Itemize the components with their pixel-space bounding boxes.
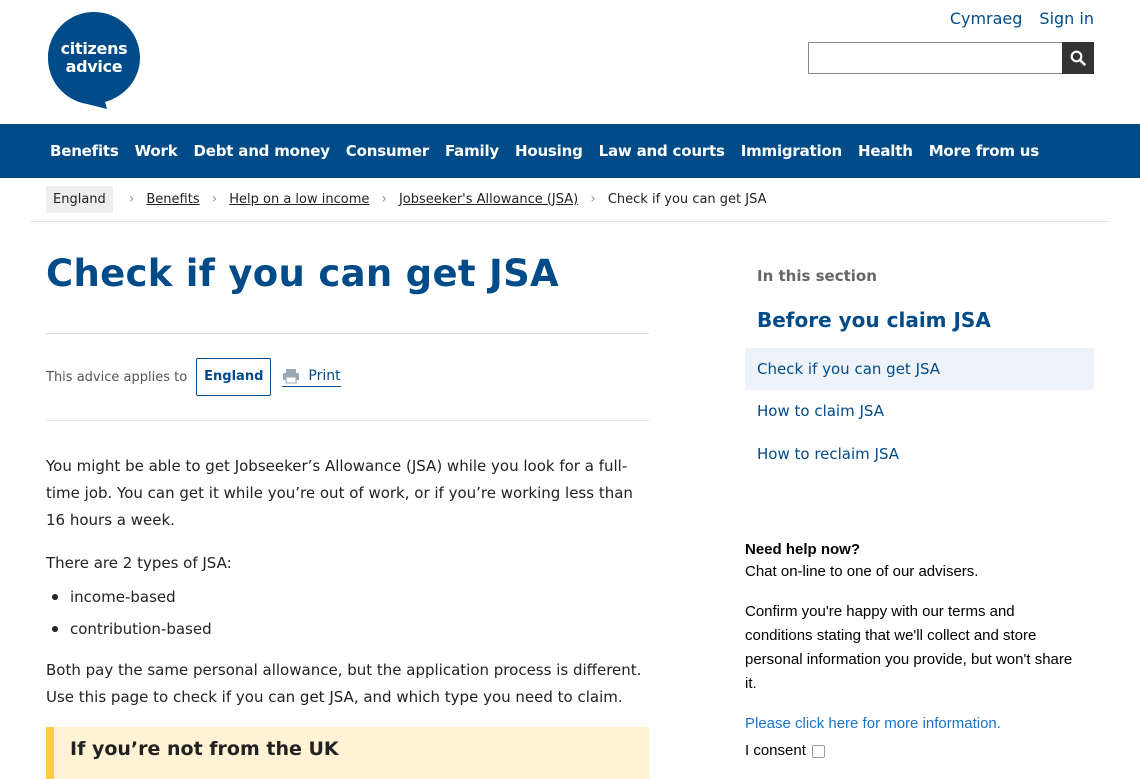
section-subheading: Before you claim JSA <box>757 308 991 332</box>
consent-checkbox[interactable] <box>811 744 825 758</box>
chevron-right-icon: › <box>211 191 218 207</box>
divider <box>46 420 649 421</box>
chat-widget: Need help now? Chat on-line to one of ou… <box>745 540 1085 763</box>
top-links: Cymraeg Sign in <box>950 9 1094 28</box>
callout-box: If you’re not from the UK <box>46 727 649 779</box>
nav-item-consumer[interactable]: Consumer <box>346 142 429 160</box>
types-paragraph: There are 2 types of JSA: <box>46 554 232 572</box>
breadcrumb-link-benefits[interactable]: Benefits <box>146 192 199 207</box>
chevron-right-icon: › <box>128 191 135 207</box>
nav-item-law-and-courts[interactable]: Law and courts <box>599 142 725 160</box>
welsh-language-link[interactable]: Cymraeg <box>950 9 1023 28</box>
callout-title: If you’re not from the UK <box>70 738 339 760</box>
nav-item-more-from-us[interactable]: More from us <box>929 142 1040 160</box>
applies-to-label: This advice applies to <box>46 369 188 385</box>
nav-item-debt-and-money[interactable]: Debt and money <box>194 142 330 160</box>
logo-line-1: citizens <box>60 39 128 58</box>
section-nav: Check if you can get JSA How to claim JS… <box>745 348 1094 476</box>
breadcrumb: England › Benefits › Help on a low incom… <box>46 184 772 214</box>
nav-item-immigration[interactable]: Immigration <box>741 142 843 160</box>
applies-to-bar: This advice applies to England Print <box>46 358 341 396</box>
section-heading: In this section <box>757 267 877 285</box>
citizens-advice-logo[interactable]: citizens advice <box>47 11 141 109</box>
consent-label: I consent <box>745 742 806 759</box>
search-button[interactable] <box>1062 42 1094 74</box>
search-input[interactable] <box>808 42 1062 74</box>
page-title: Check if you can get JSA <box>46 252 559 295</box>
list-item: contribution-based <box>46 615 212 647</box>
logo-line-2: advice <box>65 57 123 76</box>
breadcrumb-current: Check if you can get JSA <box>607 191 767 207</box>
search-bar <box>808 42 1094 74</box>
allowance-paragraph: Both pay the same personal allowance, bu… <box>46 661 642 706</box>
site-header: citizens advice Cymraeg Sign in <box>0 0 1140 124</box>
chat-terms: Confirm you're happy with our terms and … <box>745 603 1073 692</box>
breadcrumb-link-jsa[interactable]: Jobseeker's Allowance (JSA) <box>399 192 578 207</box>
nav-item-health[interactable]: Health <box>858 142 913 160</box>
search-icon <box>1070 50 1086 66</box>
sign-in-link[interactable]: Sign in <box>1039 9 1094 28</box>
section-nav-item-how-to-reclaim[interactable]: How to reclaim JSA <box>745 433 1094 476</box>
consent-row: I consent <box>745 739 1085 763</box>
more-info-link[interactable]: Please click here for more information. <box>745 712 1085 736</box>
intro-paragraph: You might be able to get Jobseeker’s All… <box>46 457 633 529</box>
breadcrumb-link-low-income[interactable]: Help on a low income <box>229 192 369 207</box>
section-nav-item-check-jsa[interactable]: Check if you can get JSA <box>745 348 1094 390</box>
breadcrumb-region[interactable]: England <box>46 185 113 213</box>
region-badge[interactable]: England <box>196 358 272 396</box>
nav-item-work[interactable]: Work <box>135 142 178 160</box>
chat-description: Chat on-line to one of our advisers. <box>745 563 979 580</box>
print-label: Print <box>308 367 341 384</box>
section-nav-item-how-to-claim[interactable]: How to claim JSA <box>745 390 1094 433</box>
divider <box>46 333 649 334</box>
list-item: income-based <box>46 583 212 615</box>
chevron-right-icon: › <box>381 191 387 207</box>
jsa-types-list: income-based contribution-based <box>46 583 212 647</box>
chevron-right-icon: › <box>590 191 596 207</box>
nav-item-benefits[interactable]: Benefits <box>50 142 119 160</box>
breadcrumb-divider <box>30 221 1110 222</box>
main-navigation: Benefits Work Debt and money Consumer Fa… <box>0 124 1140 178</box>
printer-icon <box>283 368 300 383</box>
chat-title: Need help now? <box>745 541 861 558</box>
nav-item-housing[interactable]: Housing <box>515 142 583 160</box>
print-button[interactable]: Print <box>282 367 341 387</box>
nav-item-family[interactable]: Family <box>445 142 499 160</box>
